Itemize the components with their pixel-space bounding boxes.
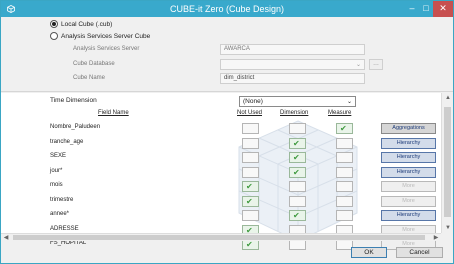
field-name: Nombre_Paludeen [50, 124, 101, 130]
hierarchy-button[interactable]: Hierarchy [381, 166, 436, 178]
close-button[interactable]: ✕ [433, 1, 453, 17]
measure-checkbox[interactable]: ✔ [336, 123, 353, 134]
scroll-left-icon[interactable]: ◀ [1, 234, 11, 242]
maximize-button[interactable]: □ [419, 1, 433, 17]
database-label: Cube Database [73, 61, 115, 67]
column-header-dimension: Dimension [280, 110, 309, 116]
vertical-scroll-thumb[interactable] [444, 107, 451, 217]
horizontal-scroll-thumb[interactable] [13, 235, 425, 240]
server-field: AWARCA [220, 44, 365, 55]
database-browse-button: … [369, 59, 383, 70]
column-header-measure: Measure [328, 110, 352, 116]
hierarchy-button[interactable]: Hierarchy [381, 152, 436, 163]
field-name: ADRESSE [50, 225, 79, 232]
field-name: annee* [50, 211, 70, 217]
local-cube-radio[interactable] [50, 20, 58, 28]
dimension-checkbox[interactable]: ✔ [289, 166, 306, 178]
field-name: jour* [50, 167, 63, 174]
not-used-checkbox[interactable] [242, 152, 259, 163]
database-combo: ⌄ [220, 59, 365, 70]
field-row: annee* ✔ Hierarchy [1, 209, 441, 222]
not-used-checkbox[interactable] [242, 137, 259, 149]
checkmark-icon: ✔ [293, 167, 300, 177]
analysis-services-option[interactable]: Analysis Services Server Cube [50, 31, 150, 41]
server-label: Analysis Services Server [73, 46, 140, 52]
dimension-checkbox[interactable]: ✔ [289, 137, 306, 149]
measure-checkbox[interactable] [336, 152, 353, 163]
not-used-checkbox[interactable]: ✔ [242, 181, 259, 192]
field-name: mois [50, 182, 63, 188]
aggregations-button[interactable]: Aggregations [381, 123, 436, 134]
close-icon: ✕ [439, 3, 447, 13]
window-title: CUBE-it Zero (Cube Design) [169, 4, 285, 14]
chevron-down-icon: ⌄ [346, 99, 352, 105]
title-bar: CUBE-it Zero (Cube Design) – □ ✕ [1, 1, 453, 17]
cube-design-window: CUBE-it Zero (Cube Design) – □ ✕ Local C… [0, 0, 454, 264]
measure-checkbox[interactable] [336, 210, 353, 221]
time-dimension-select[interactable]: (None) ⌄ [239, 96, 356, 107]
analysis-services-radio[interactable] [50, 32, 58, 40]
scroll-down-icon[interactable]: ▼ [442, 223, 453, 233]
column-header-not-used: Not Used [237, 110, 263, 116]
field-row: Nombre_Paludeen ✔ Aggregations [1, 122, 441, 135]
field-name: SEXE [50, 153, 67, 159]
checkmark-icon: ✔ [340, 124, 347, 133]
measure-checkbox[interactable] [336, 137, 353, 149]
checkmark-icon: ✔ [293, 211, 300, 220]
minimize-button[interactable]: – [405, 1, 419, 17]
vertical-scrollbar[interactable]: ▲ ▼ [441, 93, 453, 233]
checkmark-icon: ✔ [246, 182, 253, 191]
measure-checkbox[interactable] [336, 181, 353, 192]
field-row: mois ✔ More [1, 180, 441, 193]
time-dimension-label: Time Dimension [50, 97, 97, 104]
more-button: More [381, 181, 436, 192]
not-used-checkbox[interactable]: ✔ [242, 195, 259, 207]
local-cube-label: Local Cube (.cub) [61, 20, 113, 28]
field-name: trimestre [50, 196, 74, 203]
field-name: tranche_age [50, 138, 84, 145]
local-cube-option[interactable]: Local Cube (.cub) [50, 19, 112, 29]
more-button: More [381, 195, 436, 207]
minimize-icon: – [409, 3, 415, 13]
checkmark-icon: ✔ [293, 153, 300, 162]
analysis-services-label: Analysis Services Server Cube [61, 32, 151, 40]
hierarchy-button[interactable]: Hierarchy [381, 210, 436, 221]
field-row: SEXE ✔ Hierarchy [1, 151, 441, 164]
maximize-icon: □ [423, 3, 429, 13]
time-dimension-value: (None) [243, 98, 263, 105]
dimension-checkbox[interactable]: ✔ [289, 152, 306, 163]
cube-name-label: Cube Name [73, 75, 106, 81]
horizontal-scrollbar[interactable]: ◀ ▶ [1, 233, 441, 241]
not-used-checkbox[interactable] [242, 210, 259, 221]
measure-checkbox[interactable] [336, 166, 353, 178]
field-row: jour* ✔ Hierarchy [1, 166, 441, 179]
dimension-checkbox[interactable]: ✔ [289, 210, 306, 221]
scroll-right-icon[interactable]: ▶ [431, 234, 441, 242]
dimension-checkbox[interactable] [289, 181, 306, 192]
checkmark-icon: ✔ [246, 196, 253, 206]
dimension-checkbox[interactable] [289, 195, 306, 207]
checkmark-icon: ✔ [293, 138, 300, 148]
field-row: trimestre ✔ More [1, 195, 441, 208]
cancel-button[interactable]: Cancel [396, 247, 443, 258]
chevron-down-icon: ⌄ [355, 62, 361, 68]
ok-button[interactable]: OK [351, 247, 387, 258]
cube-name-field: dim_district [220, 73, 365, 84]
column-header-field-name: Field Name [98, 110, 129, 116]
dimension-checkbox[interactable] [289, 123, 306, 134]
divider [1, 91, 453, 92]
not-used-checkbox[interactable] [242, 123, 259, 134]
field-row: tranche_age ✔ Hierarchy [1, 137, 441, 150]
measure-checkbox[interactable] [336, 195, 353, 207]
scroll-up-icon[interactable]: ▲ [442, 93, 453, 103]
hierarchy-button[interactable]: Hierarchy [381, 137, 436, 149]
not-used-checkbox[interactable] [242, 166, 259, 178]
checkmark-icon: ✔ [246, 240, 253, 249]
